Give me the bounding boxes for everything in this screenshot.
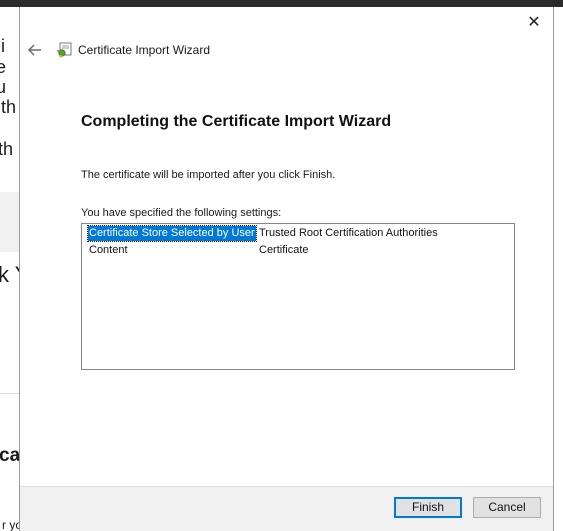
cancel-button[interactable]: Cancel	[473, 497, 541, 518]
setting-name[interactable]: Certificate Store Selected by User	[87, 225, 257, 242]
setting-name[interactable]: Content	[88, 243, 129, 258]
back-arrow-icon[interactable]	[26, 41, 44, 59]
background-divider	[0, 393, 20, 394]
close-button[interactable]: ✕	[523, 12, 545, 34]
background-panel	[0, 192, 20, 252]
background-text: hu	[0, 78, 7, 96]
setting-value: Trusted Root Certification Authorities	[259, 227, 438, 239]
info-text: The certificate will be imported after y…	[81, 169, 336, 181]
settings-label: You have specified the following setting…	[81, 207, 282, 219]
settings-list[interactable]: Certificate Store Selected by User Trust…	[81, 223, 515, 370]
setting-value: Certificate	[259, 244, 309, 256]
background-text: r yo	[2, 518, 20, 531]
certificate-icon	[56, 42, 73, 59]
background-text: k Y	[0, 266, 20, 284]
background-text: e th	[0, 98, 17, 116]
background-content: tei ue hu e th th k Y ca r yo	[0, 0, 20, 531]
background-text: th	[0, 140, 14, 158]
background-title-bar	[0, 0, 563, 7]
background-text: ca	[0, 447, 20, 465]
wizard-title: Certificate Import Wizard	[78, 43, 211, 57]
finish-button[interactable]: Finish	[394, 497, 462, 518]
background-text: ue	[0, 58, 7, 76]
dialog-footer: Finish Cancel	[20, 486, 553, 531]
background-text: tei	[0, 37, 6, 55]
page-title: Completing the Certificate Import Wizard	[81, 113, 392, 130]
certificate-import-wizard-dialog: ✕ Certificate Import Wizard Completing t…	[19, 7, 554, 531]
